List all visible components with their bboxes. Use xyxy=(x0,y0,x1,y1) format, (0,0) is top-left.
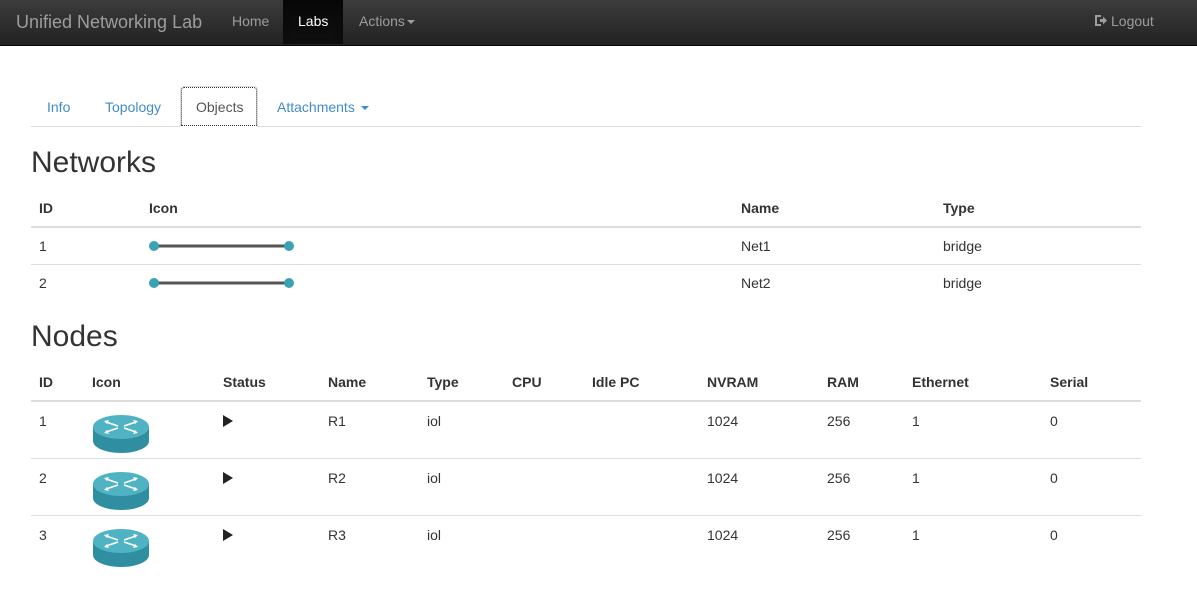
col-name: Name xyxy=(320,363,419,402)
network-id: 2 xyxy=(31,263,141,301)
node-ethernet: 1 xyxy=(904,457,1042,515)
network-name: Net1 xyxy=(741,237,771,254)
node-ethernet: 1 xyxy=(904,514,1042,572)
router-icon[interactable] xyxy=(92,413,150,455)
nodes-heading: Nodes xyxy=(31,320,118,353)
node-ram: 256 xyxy=(819,457,904,515)
top-navbar: Unified Networking Lab Home Labs Actions… xyxy=(0,0,1197,46)
network-type: bridge xyxy=(943,237,982,254)
tab-objects[interactable]: Objects xyxy=(180,86,258,127)
table-row[interactable]: 1 Net1 bridge xyxy=(31,227,1141,264)
router-icon[interactable] xyxy=(92,470,150,512)
lab-tabs: Info Topology Objects Attachments xyxy=(31,86,1141,127)
networks-heading: Networks xyxy=(31,146,157,179)
col-ram: RAM xyxy=(819,363,904,402)
nav-labs[interactable]: Labs xyxy=(283,0,344,44)
col-serial: Serial xyxy=(1042,363,1141,402)
node-id: 1 xyxy=(39,413,47,429)
play-icon[interactable] xyxy=(223,471,233,484)
node-cpu xyxy=(504,514,584,572)
nav-home[interactable]: Home xyxy=(217,0,284,44)
node-serial: 0 xyxy=(1042,514,1141,572)
col-name: Name xyxy=(733,189,935,228)
node-type: iol xyxy=(419,457,504,515)
networks-table: ID Icon Name Type 1 Net1 bridge 2 Net2 b… xyxy=(31,189,1141,301)
col-status: Status xyxy=(215,363,320,402)
nav-actions-label: Actions xyxy=(359,13,405,29)
logout-icon xyxy=(1094,1,1108,43)
node-type: iol xyxy=(419,514,504,572)
play-icon[interactable] xyxy=(223,415,233,427)
logout-link[interactable]: Logout xyxy=(1079,0,1169,44)
col-type: Type xyxy=(935,189,1141,228)
network-id: 1 xyxy=(39,237,47,254)
col-cpu: CPU xyxy=(504,363,584,402)
col-id: ID xyxy=(31,189,141,228)
col-id: ID xyxy=(31,363,84,402)
logout-label: Logout xyxy=(1111,13,1154,29)
node-serial: 0 xyxy=(1050,413,1058,429)
network-link-icon xyxy=(149,277,294,288)
node-name: R3 xyxy=(320,514,419,572)
col-nvram: NVRAM xyxy=(699,363,819,402)
table-row[interactable]: 1 R1 iol 1024 256 1 0 xyxy=(31,401,1141,458)
tab-info[interactable]: Info xyxy=(31,86,86,127)
col-type: Type xyxy=(419,363,504,402)
node-name: R2 xyxy=(320,457,419,515)
table-row[interactable]: 2 R2 iol 1024 256 1 0 xyxy=(31,457,1141,515)
node-idle-pc xyxy=(584,401,699,458)
node-ethernet: 1 xyxy=(912,413,920,429)
node-ram: 256 xyxy=(819,514,904,572)
node-id: 2 xyxy=(31,457,84,515)
node-type: iol xyxy=(427,413,442,429)
node-idle-pc xyxy=(584,457,699,515)
router-icon[interactable] xyxy=(92,527,150,569)
node-nvram: 1024 xyxy=(699,514,819,572)
node-nvram: 1024 xyxy=(707,413,739,429)
tab-attachments[interactable]: Attachments xyxy=(261,86,385,127)
node-id: 3 xyxy=(31,514,84,572)
table-header-row: ID Icon Status Name Type CPU Idle PC NVR… xyxy=(31,363,1141,402)
brand-link[interactable]: Unified Networking Lab xyxy=(16,0,202,44)
col-icon: Icon xyxy=(84,363,215,402)
network-link-icon xyxy=(149,240,294,251)
nav-actions[interactable]: Actions xyxy=(344,0,430,44)
table-header-row: ID Icon Name Type xyxy=(31,189,1141,228)
node-name: R1 xyxy=(328,413,346,429)
col-icon: Icon xyxy=(141,189,733,228)
tab-topology[interactable]: Topology xyxy=(89,86,177,127)
caret-down-icon xyxy=(406,20,415,25)
node-nvram: 1024 xyxy=(699,457,819,515)
col-ethernet: Ethernet xyxy=(904,363,1042,402)
network-name: Net2 xyxy=(733,263,935,301)
table-row[interactable]: 2 Net2 bridge xyxy=(31,263,1141,301)
nodes-table: ID Icon Status Name Type CPU Idle PC NVR… xyxy=(31,363,1141,572)
network-type: bridge xyxy=(935,263,1141,301)
table-row[interactable]: 3 R3 iol 1024 256 1 0 xyxy=(31,514,1141,572)
col-idle-pc: Idle PC xyxy=(584,363,699,402)
tab-attachments-label: Attachments xyxy=(277,99,355,115)
node-cpu xyxy=(504,457,584,515)
node-cpu xyxy=(504,401,584,458)
node-ram: 256 xyxy=(827,413,851,429)
caret-down-icon xyxy=(360,106,369,111)
node-serial: 0 xyxy=(1042,457,1141,515)
node-idle-pc xyxy=(584,514,699,572)
play-icon[interactable] xyxy=(223,528,233,541)
